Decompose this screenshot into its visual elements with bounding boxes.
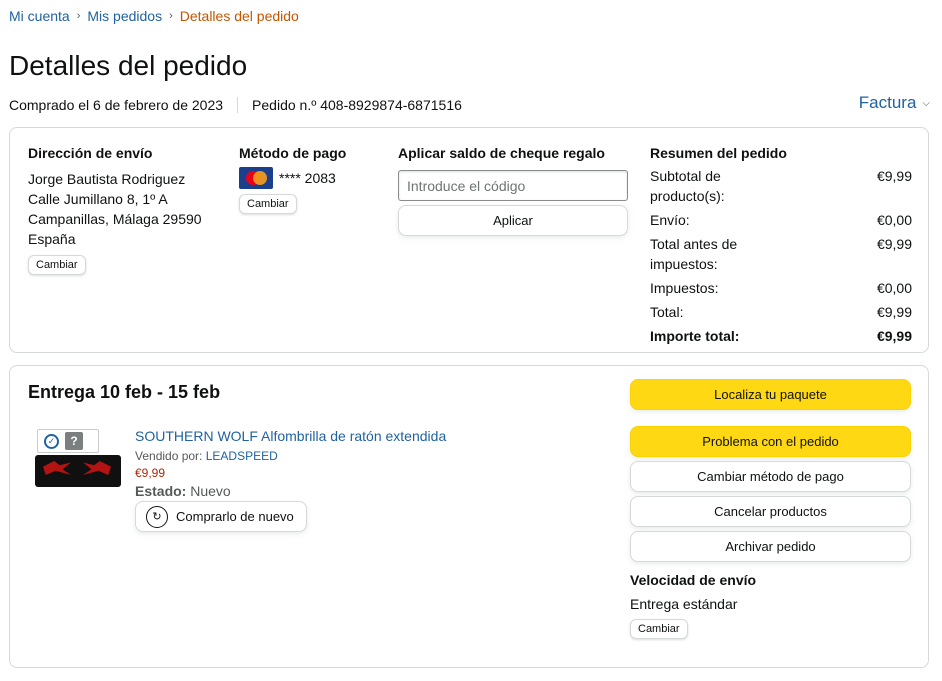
summary-row: Envío: €0,00 — [650, 210, 912, 230]
meta-divider — [237, 97, 239, 113]
summary-value: €0,00 — [876, 280, 912, 296]
change-address-button[interactable]: Cambiar — [28, 255, 86, 275]
summary-title: Resumen del pedido — [650, 145, 787, 161]
purchase-date: Comprado el 6 de febrero de 2023 — [9, 97, 224, 113]
shipping-address-section: Dirección de envío Jorge Bautista Rodrig… — [28, 145, 202, 275]
summary-label: Total antes de impuestos: — [650, 236, 738, 272]
shipping-speed-value: Entrega estándar — [630, 596, 738, 612]
seller-link[interactable]: LEADSPEED — [206, 449, 278, 463]
change-payment-method-button[interactable]: Cambiar método de pago — [630, 461, 911, 492]
mousepad-image — [35, 455, 121, 487]
mastercard-icon — [239, 167, 273, 189]
product-thumbnail[interactable]: ✓ ? — [35, 429, 121, 489]
order-summary-section: Resumen del pedido Subtotal de producto(… — [650, 145, 912, 350]
order-actions: Localiza tu paquete Problema con el pedi… — [630, 379, 911, 639]
cancel-items-button[interactable]: Cancelar productos — [630, 496, 911, 527]
shipping-street: Calle Jumillano 8, 1º A — [28, 191, 168, 207]
chevron-down-icon: ⌵ — [922, 97, 930, 109]
check-circle-icon: ✓ — [44, 433, 59, 449]
gift-title: Aplicar saldo de cheque regalo — [398, 145, 605, 161]
summary-value: €9,99 — [876, 168, 912, 184]
shipping-speed-title: Velocidad de envío — [630, 572, 757, 588]
order-info-card: Dirección de envío Jorge Bautista Rodrig… — [9, 127, 929, 353]
summary-label: Envío: — [650, 212, 690, 228]
track-package-button[interactable]: Localiza tu paquete — [630, 379, 911, 410]
payment-method-section: Método de pago **** 2083 Cambiar — [239, 145, 346, 214]
shipping-title: Dirección de envío — [28, 145, 153, 161]
order-number: Pedido n.º 408-8929874-6871516 — [252, 97, 462, 113]
buy-again-label: Comprarlo de nuevo — [176, 509, 294, 524]
summary-label: Impuestos: — [650, 280, 719, 296]
delivery-card: Entrega 10 feb - 15 feb ✓ ? SOUTHERN WOL… — [9, 365, 929, 668]
summary-label: Total: — [650, 304, 684, 320]
summary-grand-total: Importe total: €9,99 — [650, 326, 912, 346]
breadcrumb-my-orders[interactable]: Mis pedidos — [87, 8, 162, 24]
summary-row: Impuestos: €0,00 — [650, 278, 912, 298]
buy-again-button[interactable]: ↻ Comprarlo de nuevo — [135, 501, 307, 532]
product-name-link[interactable]: SOUTHERN WOLF Alfombrilla de ratón exten… — [135, 428, 446, 444]
thumbnail-badges: ✓ ? — [37, 429, 99, 453]
question-icon: ? — [65, 432, 83, 450]
breadcrumb-separator: › — [76, 10, 81, 22]
breadcrumb-current: Detalles del pedido — [179, 8, 299, 24]
delivery-title: Entrega 10 feb - 15 feb — [28, 382, 221, 402]
grand-total-value: €9,99 — [876, 328, 912, 344]
order-item: SOUTHERN WOLF Alfombrilla de ratón exten… — [135, 428, 446, 532]
card-number: **** 2083 — [279, 170, 336, 186]
shipping-city: Campanillas, Málaga 29590 — [28, 211, 202, 227]
breadcrumb-my-account[interactable]: Mi cuenta — [9, 8, 70, 24]
condition-label: Estado: — [135, 483, 187, 499]
problem-with-order-button[interactable]: Problema con el pedido — [630, 426, 911, 457]
payment-title: Método de pago — [239, 145, 347, 161]
archive-order-button[interactable]: Archivar pedido — [630, 531, 911, 562]
shipping-name: Jorge Bautista Rodriguez — [28, 171, 186, 187]
grand-total-label: Importe total: — [650, 328, 740, 344]
gift-card-section: Aplicar saldo de cheque regalo Aplicar — [398, 145, 630, 236]
invoice-label: Factura — [858, 93, 917, 112]
breadcrumb: Mi cuenta › Mis pedidos › Detalles del p… — [9, 8, 299, 24]
summary-value: €9,99 — [876, 236, 912, 252]
gift-code-input[interactable] — [398, 170, 628, 201]
buy-again-icon: ↻ — [146, 505, 168, 528]
change-payment-button[interactable]: Cambiar — [239, 194, 297, 214]
product-condition: Estado: Nuevo — [135, 483, 446, 499]
summary-label: Subtotal de producto(s): — [650, 168, 725, 204]
sold-by: Vendido por: LEADSPEED — [135, 449, 446, 463]
order-meta: Comprado el 6 de febrero de 2023 Pedido … — [9, 97, 462, 113]
summary-row: Total: €9,99 — [650, 302, 912, 322]
shipping-country: España — [28, 231, 76, 247]
change-shipping-speed-button[interactable]: Cambiar — [630, 619, 688, 639]
breadcrumb-separator: › — [169, 10, 173, 22]
shipping-speed-section: Velocidad de envío Entrega estándar Camb… — [630, 572, 911, 639]
sold-by-label: Vendido por: — [135, 449, 206, 463]
condition-value: Nuevo — [190, 483, 231, 499]
summary-row: Total antes de impuestos: €9,99 — [650, 234, 912, 274]
apply-gift-button[interactable]: Aplicar — [398, 205, 628, 236]
product-price: €9,99 — [135, 466, 166, 480]
summary-value: €9,99 — [876, 304, 912, 320]
summary-value: €0,00 — [876, 212, 912, 228]
summary-row: Subtotal de producto(s): €9,99 — [650, 166, 912, 206]
invoice-dropdown[interactable]: Factura ⌵ — [859, 93, 930, 113]
page-title: Detalles del pedido — [9, 50, 248, 81]
